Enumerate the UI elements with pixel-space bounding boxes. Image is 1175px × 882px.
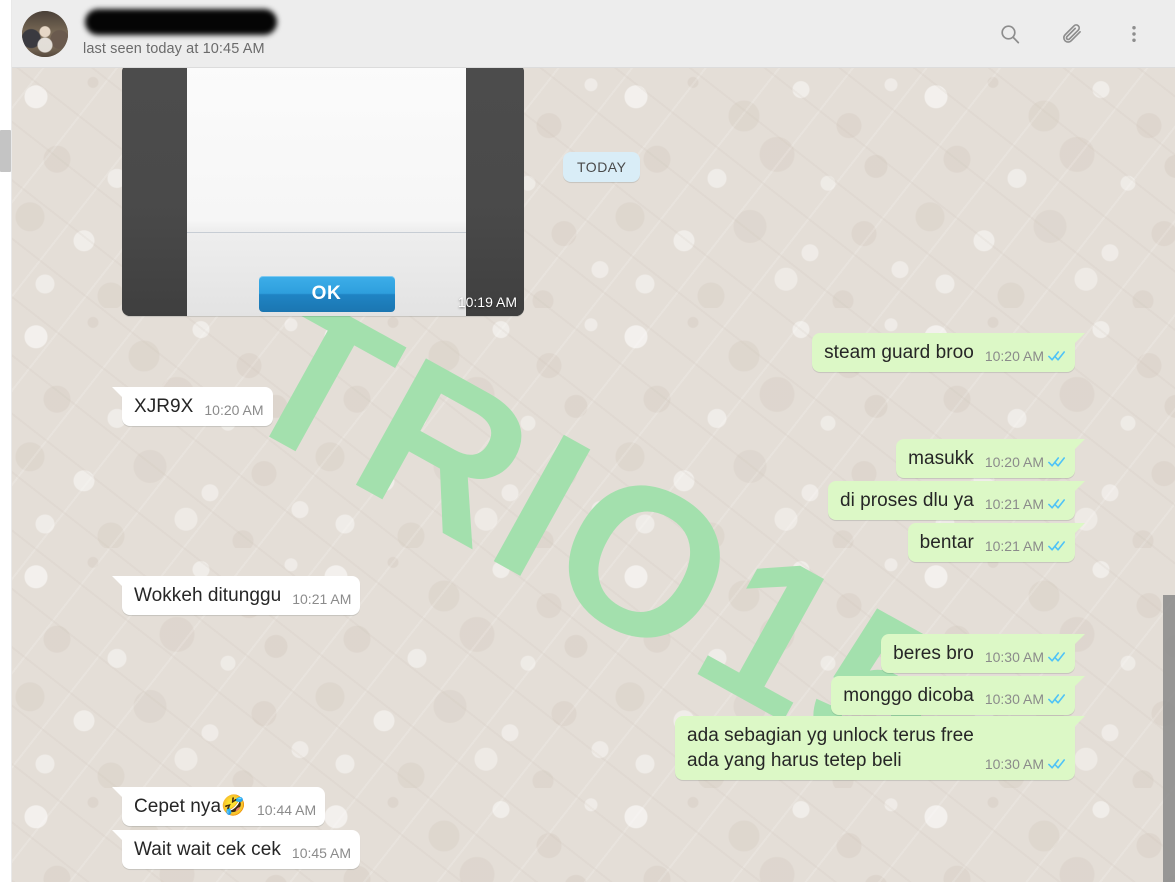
- message-bubble-incoming[interactable]: Wait wait cek cek 10:45 AM: [111, 830, 361, 869]
- more-vertical-icon[interactable]: [1121, 21, 1147, 47]
- message-text: Wokkeh ditunggu: [134, 585, 282, 606]
- message-meta: 10:20 AM: [985, 454, 1066, 470]
- whatsapp-chat-window: last seen today at 10:45 AM TRIO15 OK 10…: [0, 0, 1175, 882]
- image-message-time: 10:19 AM: [457, 294, 517, 310]
- message-text: masukk: [908, 448, 974, 469]
- message-bubble-outgoing[interactable]: monggo dicoba 10:30 AM: [831, 676, 1085, 715]
- read-receipt-double-check-icon: [1048, 456, 1066, 468]
- read-receipt-double-check-icon: [1048, 540, 1066, 552]
- message-meta: 10:20 AM: [204, 402, 263, 418]
- read-receipt-double-check-icon: [1048, 693, 1066, 705]
- chat-scrollbar-thumb[interactable]: [1163, 595, 1175, 882]
- paperclip-icon[interactable]: [1059, 21, 1085, 47]
- message-row: di proses dlu ya 10:21 AM: [827, 481, 1086, 520]
- message-bubble-incoming[interactable]: Wokkeh ditunggu 10:21 AM: [111, 576, 361, 615]
- message-bubble-outgoing[interactable]: masukk 10:20 AM: [896, 439, 1085, 478]
- message-time: 10:21 AM: [292, 591, 352, 607]
- contact-info[interactable]: last seen today at 10:45 AM: [83, 9, 997, 58]
- message-bubble-outgoing[interactable]: bentar 10:21 AM: [907, 523, 1086, 562]
- message-row: Wait wait cek cek 10:45 AM: [111, 830, 361, 869]
- message-time: 10:20 AM: [984, 348, 1044, 364]
- last-seen-status: last seen today at 10:45 AM: [83, 41, 265, 57]
- search-icon[interactable]: [997, 21, 1023, 47]
- chat-scrollbar-track[interactable]: [1163, 68, 1175, 882]
- message-list: OK 10:19 AM TODAY steam guard broo 10:20…: [12, 68, 1175, 882]
- message-text: ada sebagian yg unlock terus free ada ya…: [687, 725, 974, 771]
- contact-name-redacted: [85, 9, 277, 35]
- message-bubble-outgoing[interactable]: ada sebagian yg unlock terus free ada ya…: [675, 716, 1085, 780]
- message-time: 10:21 AM: [984, 496, 1044, 512]
- chat-header: last seen today at 10:45 AM: [12, 0, 1175, 68]
- image-dialog-content: OK: [187, 68, 466, 316]
- message-text: bentar: [919, 532, 974, 553]
- message-time: 10:30 AM: [984, 756, 1044, 772]
- message-meta: 10:21 AM: [292, 591, 351, 607]
- message-bubble-incoming[interactable]: XJR9X 10:20 AM: [112, 387, 273, 426]
- message-row: beres bro 10:30 AM: [881, 634, 1085, 673]
- message-meta: 10:44 AM: [257, 802, 316, 818]
- message-time: 10:20 AM: [984, 454, 1044, 470]
- read-receipt-double-check-icon: [1048, 651, 1066, 663]
- message-row: XJR9X 10:20 AM: [112, 387, 273, 426]
- message-row: masukk 10:20 AM: [896, 439, 1085, 478]
- header-actions: [997, 21, 1147, 47]
- message-row: monggo dicoba 10:30 AM: [831, 676, 1085, 715]
- message-bubble-outgoing[interactable]: di proses dlu ya 10:21 AM: [827, 481, 1086, 520]
- avatar[interactable]: [22, 10, 68, 57]
- message-meta: 10:30 AM: [985, 756, 1066, 772]
- rolling-laughing-emoji: 🤣: [221, 795, 246, 817]
- message-meta: 10:21 AM: [985, 538, 1066, 554]
- message-text: beres bro: [893, 643, 974, 664]
- message-text: XJR9X: [134, 396, 194, 417]
- image-ok-button: OK: [258, 276, 395, 312]
- message-time: 10:30 AM: [984, 649, 1044, 665]
- image-left-letterbox: [122, 68, 187, 316]
- left-rail: [0, 0, 12, 882]
- read-receipt-double-check-icon: [1048, 758, 1066, 770]
- message-time: 10:30 AM: [984, 691, 1044, 707]
- message-row: ada sebagian yg unlock terus free ada ya…: [675, 716, 1085, 780]
- chat-list-scrollbar-thumb[interactable]: [0, 130, 11, 172]
- message-time: 10:44 AM: [256, 802, 317, 818]
- message-time: 10:21 AM: [984, 538, 1044, 554]
- chat-message-area[interactable]: TRIO15 OK 10:19 AM TODAY steam guard bro…: [12, 68, 1175, 882]
- message-row: Wokkeh ditunggu 10:21 AM: [111, 576, 361, 615]
- message-row: Cepet nya 🤣 10:44 AM: [111, 787, 326, 826]
- message-meta: 10:45 AM: [292, 845, 351, 861]
- message-text: di proses dlu ya: [839, 490, 974, 511]
- message-meta: 10:21 AM: [985, 496, 1066, 512]
- image-dialog-divider: [187, 232, 466, 233]
- message-text: Cepet nya: [134, 796, 222, 817]
- avatar-photo: [22, 10, 68, 57]
- message-text: steam guard broo: [824, 342, 974, 363]
- message-meta: 10:30 AM: [985, 691, 1066, 707]
- message-bubble-outgoing[interactable]: steam guard broo 10:20 AM: [812, 333, 1085, 372]
- message-bubble-outgoing[interactable]: beres bro 10:30 AM: [881, 634, 1085, 673]
- message-bubble-incoming[interactable]: Cepet nya 🤣 10:44 AM: [111, 787, 326, 826]
- message-row: steam guard broo 10:20 AM: [812, 333, 1085, 372]
- message-meta: 10:30 AM: [985, 649, 1066, 665]
- date-divider-badge: TODAY: [563, 152, 641, 182]
- message-row: bentar 10:21 AM: [907, 523, 1086, 562]
- read-receipt-double-check-icon: [1048, 350, 1066, 362]
- message-time: 10:45 AM: [291, 845, 352, 861]
- read-receipt-double-check-icon: [1048, 498, 1066, 510]
- message-meta: 10:20 AM: [985, 348, 1066, 364]
- image-message-bubble[interactable]: OK 10:19 AM: [122, 68, 524, 316]
- image-right-letterbox: [466, 68, 524, 316]
- message-time: 10:20 AM: [204, 402, 264, 418]
- message-text: monggo dicoba: [843, 685, 974, 706]
- message-text: Wait wait cek cek: [134, 839, 281, 860]
